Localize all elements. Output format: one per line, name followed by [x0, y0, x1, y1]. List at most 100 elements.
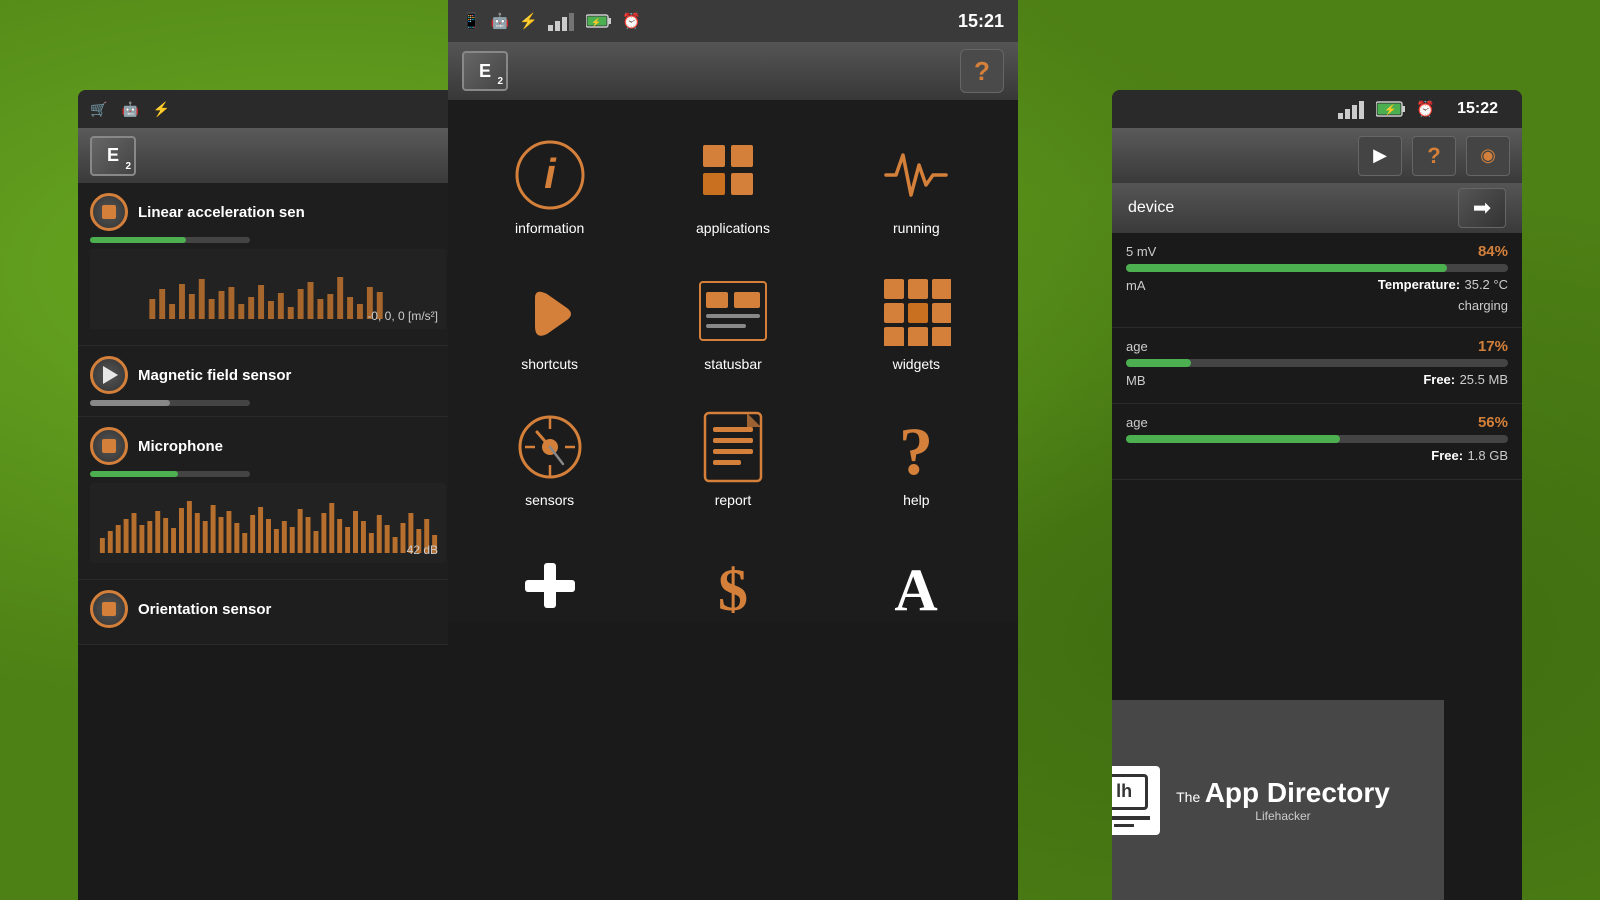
charging-status: charging	[1458, 298, 1508, 313]
stop-icon-orientation	[102, 602, 116, 616]
lh-box: lh	[1112, 774, 1148, 810]
battery-percent-row: 5 mV 84%	[1126, 243, 1508, 260]
menu-item-running[interactable]: running	[825, 120, 1008, 256]
dollar-icon: $	[703, 558, 763, 613]
sensor-name-linear: Linear acceleration sen	[138, 204, 305, 221]
storage1-free-row: MB Free: 25.5 MB	[1126, 371, 1508, 389]
information-icon: i	[510, 140, 590, 210]
battery-charging-row: charging	[1126, 298, 1508, 313]
applications-icon	[693, 140, 773, 210]
device-label: device	[1128, 199, 1174, 217]
svg-text:A: A	[895, 558, 938, 613]
temperature-label: Temperature:	[1378, 277, 1460, 292]
chart-label-mic: 42 dB	[407, 543, 438, 557]
storage2-free-value: 1.8 GB	[1468, 448, 1508, 463]
usb-icon: ⚡	[153, 101, 170, 118]
sensor-progress-bar-magnetic	[90, 400, 170, 406]
svg-text:⚡: ⚡	[1384, 103, 1396, 116]
lh-logo: lh	[1112, 766, 1160, 835]
storage1-label: age	[1126, 339, 1148, 354]
sensors-icon	[510, 412, 590, 482]
storage1-bar	[1126, 359, 1508, 367]
sensor-magnetic-field: Magnetic field sensor	[78, 346, 458, 417]
device-row: device ➡	[1112, 183, 1522, 233]
battery-icon-mid: ⚡	[586, 13, 612, 29]
e2-subscript: 2	[125, 161, 131, 172]
bottom-icon-dollar: $	[641, 558, 824, 613]
chart-linear: -0, 0, 0 [m/s²]	[90, 249, 446, 329]
battery-icon: 📱	[462, 12, 481, 30]
svg-text:$: $	[718, 558, 748, 613]
battery-temp-row: mA Temperature: 35.2 °C	[1126, 276, 1508, 294]
storage1-section: age 17% MB Free: 25.5 MB	[1112, 328, 1522, 404]
chart-mic: 42 dB	[90, 483, 446, 563]
sensor-progress-mic	[90, 471, 250, 477]
app-directory-content: lh The App Directory Lifehacker	[1112, 766, 1390, 835]
battery-bar	[1126, 264, 1508, 272]
left-panel: 🛒 🤖 ⚡ E2 Linear acceleration sen	[78, 90, 458, 900]
arrow-button[interactable]: ➡	[1458, 188, 1506, 228]
bottom-icons-row: $ A	[448, 548, 1018, 623]
app-directory-watermark: lh The App Directory Lifehacker	[1112, 700, 1444, 900]
storage2-free-row: Free: 1.8 GB	[1126, 447, 1508, 465]
monitor-base	[1112, 816, 1150, 820]
sensor-name-orientation: Orientation sensor	[138, 601, 271, 618]
storage1-free-label: Free:	[1423, 372, 1455, 387]
sensor-stop-btn-linear[interactable]	[90, 193, 128, 231]
circle-button-right[interactable]: ◉	[1466, 136, 1510, 176]
alarm-icon: ⏰	[622, 12, 641, 30]
menu-item-information[interactable]: i information	[458, 120, 641, 256]
bottom-icon-a: A	[825, 558, 1008, 613]
battery-percent: 84%	[1478, 243, 1508, 260]
bottom-icon-plus	[458, 558, 641, 613]
menu-item-help[interactable]: ? help	[825, 392, 1008, 528]
ma-label: mA	[1126, 278, 1146, 293]
android-icon-mid: 🤖	[491, 12, 510, 30]
left-status-bar: 🛒 🤖 ⚡	[78, 90, 458, 128]
temp-row: Temperature: 35.2 °C	[1378, 276, 1508, 294]
menu-item-shortcuts[interactable]: shortcuts	[458, 256, 641, 392]
menu-item-sensors[interactable]: sensors	[458, 392, 641, 528]
menu-label-report: report	[715, 492, 752, 508]
right-signal-icon	[1338, 99, 1366, 119]
storage1-free-value: 25.5 MB	[1460, 372, 1508, 387]
usb-icon-mid: ⚡	[519, 12, 538, 30]
menu-item-widgets[interactable]: widgets	[825, 256, 1008, 392]
stop-icon-mic	[102, 439, 116, 453]
play-button-right[interactable]: ▶	[1358, 136, 1402, 176]
sensor-microphone: Microphone	[78, 417, 458, 580]
sensor-stop-btn-orientation[interactable]	[90, 590, 128, 628]
menu-item-applications[interactable]: applications	[641, 120, 824, 256]
menu-label-help: help	[903, 492, 929, 508]
right-battery-icon: ⚡	[1376, 100, 1406, 118]
middle-panel: 📱 🤖 ⚡ ⚡ ⏰ 15:21 E2 ?	[448, 0, 1018, 900]
app-directory-text: The App Directory Lifehacker	[1176, 777, 1390, 823]
menu-label-applications: applications	[696, 220, 770, 236]
middle-time: 15:21	[958, 11, 1004, 32]
right-header: ▶ ? ◉	[1112, 128, 1522, 183]
sensor-stop-btn-mic[interactable]	[90, 427, 128, 465]
storage2-percent-row: age 56%	[1126, 414, 1508, 431]
menu-label-sensors: sensors	[525, 492, 574, 508]
menu-label-widgets: widgets	[893, 356, 940, 372]
sensor-play-btn-magnetic[interactable]	[90, 356, 128, 394]
help-button-mid[interactable]: ?	[960, 49, 1004, 93]
shortcuts-icon	[510, 276, 590, 346]
middle-status-bar: 📱 🤖 ⚡ ⚡ ⏰ 15:21	[448, 0, 1018, 42]
the-text: The App Directory	[1176, 777, 1390, 809]
sensor-progress-magnetic	[90, 400, 250, 406]
sensor-linear-acceleration: Linear acceleration sen	[78, 183, 458, 346]
help-icon: ?	[876, 412, 956, 482]
report-icon	[693, 412, 773, 482]
menu-item-report[interactable]: report	[641, 392, 824, 528]
e2-logo-left: E2	[90, 136, 136, 176]
right-alarm-icon: ⏰	[1416, 100, 1435, 118]
help-button-right[interactable]: ?	[1412, 136, 1456, 176]
monitor-stand	[1114, 824, 1134, 827]
menu-item-statusbar[interactable]: statusbar	[641, 256, 824, 392]
right-panel: ⚡ ⏰ 15:22 ▶ ? ◉ device ➡ 5 mV 84% mA Tem…	[1112, 90, 1522, 900]
svg-text:i: i	[544, 150, 557, 197]
sensor-progress-bar-linear	[90, 237, 186, 243]
storage2-percent: 56%	[1478, 414, 1508, 431]
play-icon-magnetic	[103, 366, 118, 384]
